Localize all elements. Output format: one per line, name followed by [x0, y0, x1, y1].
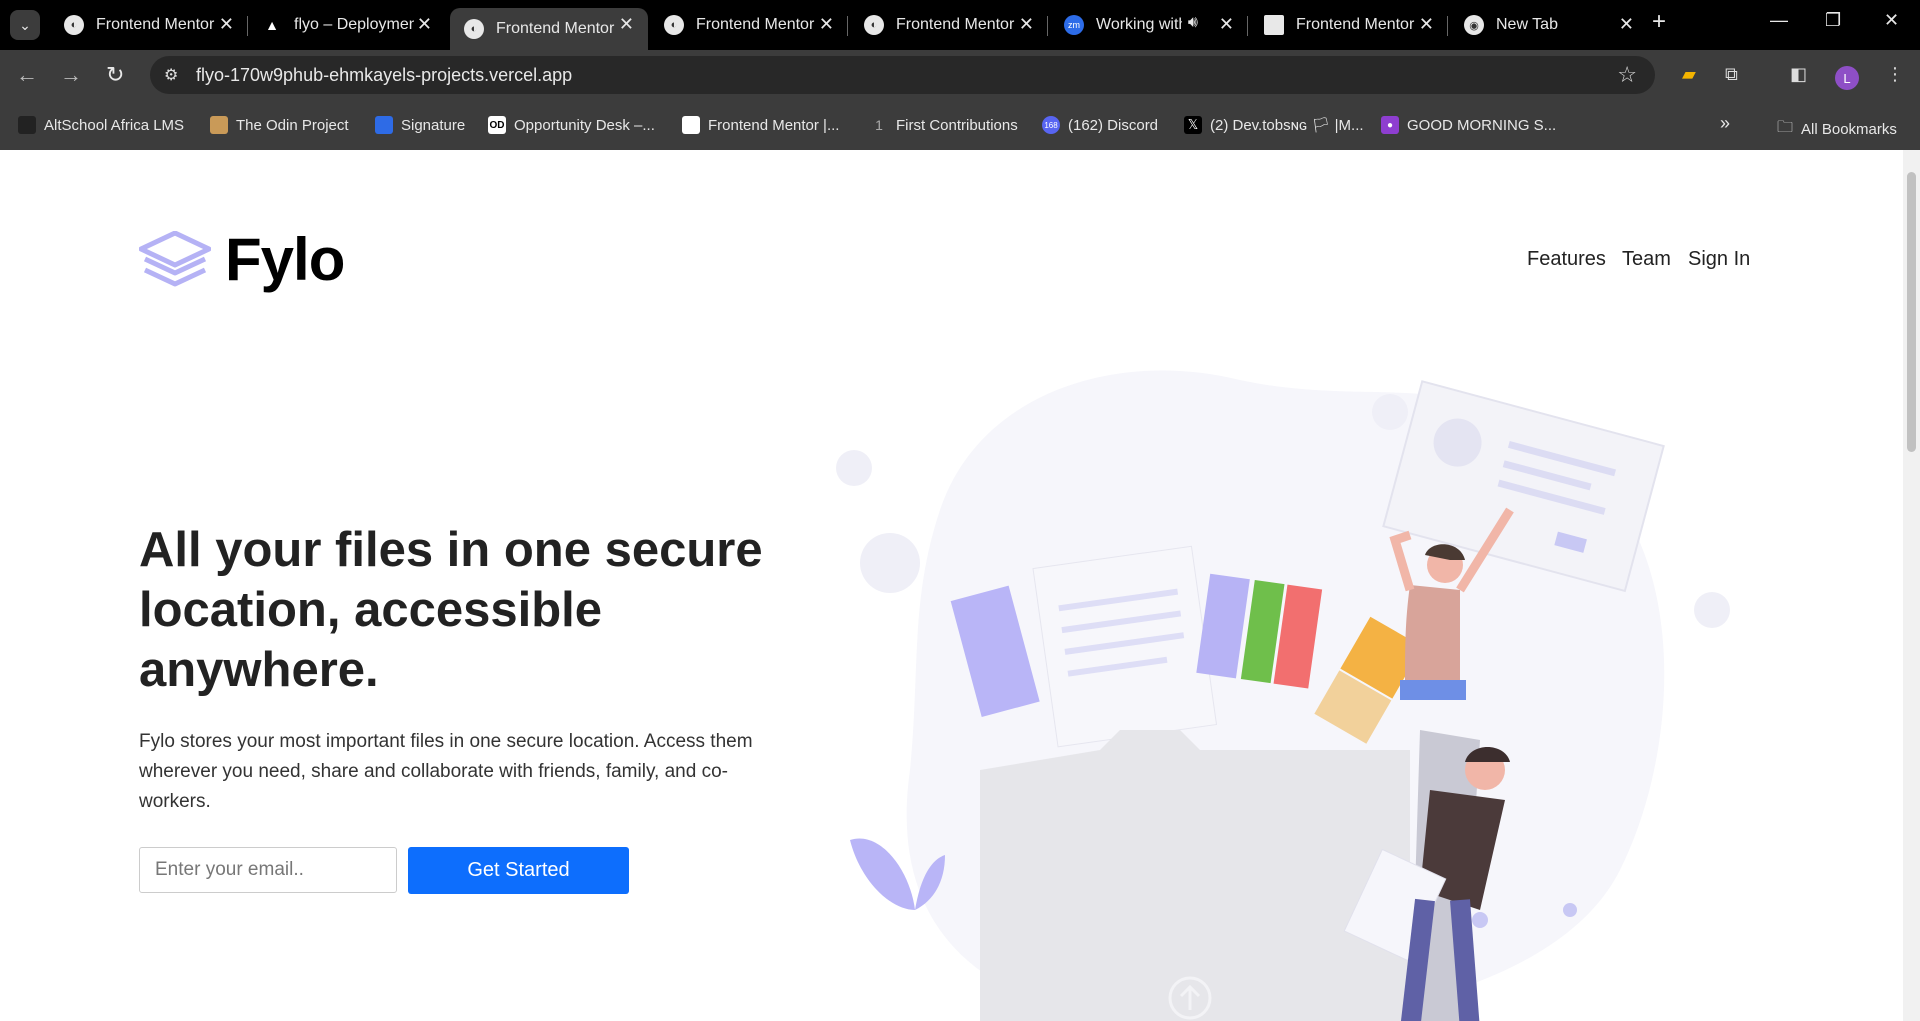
tab-frontend-mentor-3[interactable]: ◐ Frontend Mentor ✕ — [650, 8, 848, 42]
folder-icon: 🗀︎ — [1777, 119, 1794, 136]
bookmarks-bar: AltSchool Africa LMS The Odin Project Si… — [0, 100, 1920, 150]
forward-arrow-icon[interactable]: → — [60, 62, 82, 88]
brand-name: Fylo — [225, 226, 345, 293]
back-arrow-icon[interactable]: ← — [16, 62, 38, 88]
nav-sign-in[interactable]: Sign In — [1688, 248, 1750, 271]
close-tab-icon[interactable]: ✕ — [1019, 14, 1034, 35]
page-favicon-icon — [1264, 15, 1284, 35]
menu-kebab-icon[interactable]: ⋮ — [1886, 64, 1904, 85]
close-tab-icon[interactable]: ✕ — [219, 14, 234, 35]
vertical-scrollbar[interactable] — [1903, 150, 1920, 1021]
bookmark-first-contributions[interactable]: 1 First Contributions — [870, 116, 1018, 134]
bookmark-discord[interactable]: 168 (162) Discord — [1042, 116, 1158, 134]
user-icon: ● — [1381, 116, 1399, 134]
profile-avatar[interactable]: L — [1835, 66, 1859, 90]
scrollbar-thumb[interactable] — [1907, 172, 1916, 452]
close-window-icon[interactable]: ✕ — [1884, 10, 1899, 31]
frontend-mentor-favicon-icon: ◐ — [664, 15, 684, 35]
close-tab-icon[interactable]: ✕ — [417, 14, 432, 35]
close-tab-icon[interactable]: ✕ — [1219, 14, 1234, 35]
address-bar[interactable]: ⚙ flyo-170w9phub-ehmkayels-projects.verc… — [150, 56, 1655, 94]
close-tab-icon[interactable]: ✕ — [619, 14, 634, 35]
signature-icon — [375, 116, 393, 134]
hero-illustration — [836, 370, 1730, 1021]
vercel-triangle-icon: ▲ — [265, 17, 279, 33]
zoom-favicon-icon: zm — [1064, 15, 1084, 35]
bookmark-signature[interactable]: Signature — [375, 116, 465, 134]
opportunity-desk-icon: OD — [488, 116, 506, 134]
page-viewport: Fylo Features Team Sign In All your file… — [0, 150, 1903, 1021]
side-panel-icon[interactable]: ◧ — [1790, 64, 1807, 85]
email-input[interactable] — [139, 847, 397, 893]
first-contributions-icon: 1 — [875, 117, 883, 133]
more-bookmarks-icon[interactable]: » — [1720, 113, 1730, 134]
frontend-mentor-favicon-icon: ◐ — [64, 15, 84, 35]
tab-new-tab[interactable]: ◉ New Tab ✕ — [1450, 8, 1648, 42]
close-tab-icon[interactable]: ✕ — [1619, 14, 1634, 35]
speaker-audio-icon[interactable]: 🔊︎ — [1188, 14, 1198, 32]
url-text[interactable]: flyo-170w9phub-ehmkayels-projects.vercel… — [196, 65, 572, 86]
frontend-mentor-favicon-icon: ◐ — [464, 19, 484, 39]
get-started-button[interactable]: Get Started — [408, 847, 629, 894]
reload-icon[interactable]: ↻ — [106, 62, 124, 88]
frontend-mentor-icon — [682, 116, 700, 134]
bookmark-altschool[interactable]: AltSchool Africa LMS — [18, 116, 184, 134]
close-tab-icon[interactable]: ✕ — [1419, 14, 1434, 35]
discord-icon: 168 — [1042, 116, 1060, 134]
browser-tab-strip: ⌄ ◐ Frontend Mentor ✕ ▲ flyo – Deploymen… — [0, 0, 1920, 50]
extension-icon[interactable]: ▰ — [1682, 64, 1696, 85]
nav-team[interactable]: Team — [1622, 248, 1671, 271]
fylo-logo[interactable]: Fylo — [139, 225, 345, 294]
site-info-icon[interactable]: ⚙ — [164, 65, 178, 85]
bookmark-odin-project[interactable]: The Odin Project — [210, 116, 349, 134]
close-tab-icon[interactable]: ✕ — [819, 14, 834, 35]
odin-project-icon — [210, 116, 228, 134]
tab-search-button[interactable]: ⌄ — [10, 10, 40, 40]
fylo-layers-icon — [139, 230, 211, 286]
bookmark-frontend-mentor[interactable]: Frontend Mentor |... — [682, 116, 839, 134]
bookmark-star-icon[interactable]: ☆ — [1617, 62, 1637, 88]
browser-toolbar: ← → ↻ ⚙ flyo-170w9phub-ehmkayels-project… — [0, 50, 1920, 100]
extensions-puzzle-icon[interactable]: ⧉ — [1725, 64, 1738, 85]
nav-features[interactable]: Features — [1527, 248, 1606, 271]
tab-frontend-mentor-1[interactable]: ◐ Frontend Mentor ✕ — [50, 8, 248, 42]
restore-icon[interactable]: ❐ — [1825, 10, 1841, 31]
all-bookmarks-folder[interactable]: 🗀︎ All Bookmarks — [1777, 116, 1897, 143]
bookmark-opportunity-desk[interactable]: OD Opportunity Desk –... — [488, 116, 655, 134]
tab-flyo-deployments[interactable]: ▲ flyo – Deployments ✕ — [248, 8, 446, 42]
new-tab-plus-icon[interactable]: + — [1652, 8, 1666, 36]
frontend-mentor-favicon-icon: ◐ — [864, 15, 884, 35]
x-logo-icon: 𝕏 — [1184, 116, 1202, 134]
chrome-icon: ◉ — [1464, 15, 1484, 35]
bookmark-good-morning[interactable]: ● GOOD MORNING S... — [1381, 116, 1556, 134]
altschool-icon — [18, 116, 36, 134]
tab-frontend-mentor-4[interactable]: ◐ Frontend Mentor ✕ — [850, 8, 1048, 42]
tab-frontend-mentor-5[interactable]: Frontend Mentor ✕ — [1250, 8, 1448, 42]
tab-working-with[interactable]: zm Working with 🔊︎ ✕ — [1050, 8, 1248, 42]
bookmark-x-dev[interactable]: 𝕏 (2) Dev.tobsɴɢ 🏳 |M... — [1184, 116, 1364, 134]
hero-description: Fylo stores your most important files in… — [139, 731, 753, 812]
tab-frontend-mentor-active[interactable]: ◐ Frontend Mentor ✕ — [450, 8, 648, 50]
minimize-icon[interactable]: — — [1770, 10, 1788, 31]
hero-title: All your files in one secure location, a… — [139, 523, 763, 697]
